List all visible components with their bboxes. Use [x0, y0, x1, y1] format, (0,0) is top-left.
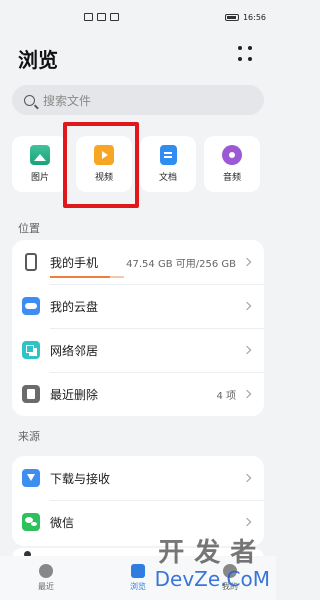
- chevron-right-icon: [242, 301, 252, 311]
- search-input[interactable]: 搜索文件: [12, 85, 264, 115]
- video-highlight-box: [63, 122, 139, 208]
- list-item-downloads[interactable]: 下载与接收: [12, 456, 264, 500]
- more-options-icon[interactable]: [238, 46, 254, 62]
- search-placeholder: 搜索文件: [43, 93, 92, 108]
- row-label: 我的云盘: [50, 299, 99, 314]
- clock-icon: [39, 564, 53, 578]
- document-icon: [159, 145, 177, 165]
- network-icon: [22, 341, 40, 359]
- folder-icon: [131, 564, 145, 578]
- status-bar: 16:56: [0, 0, 276, 34]
- row-label: 我的手机: [50, 255, 99, 270]
- chevron-right-icon: [242, 517, 252, 527]
- list-item-my-cloud[interactable]: 我的云盘: [12, 284, 264, 328]
- storage-info: 47.54 GB 可用/256 GB: [126, 258, 236, 270]
- signal-icon: [97, 13, 106, 21]
- category-strip: 图片 视频 文档 音频: [12, 136, 276, 194]
- trash-icon: [22, 385, 40, 403]
- chevron-right-icon: [242, 389, 252, 399]
- row-label: 微信: [50, 515, 75, 530]
- nav-browse[interactable]: 浏览: [130, 564, 146, 592]
- chevron-right-icon: [242, 473, 252, 483]
- chevron-right-icon: [242, 345, 252, 355]
- nav-label: 我的: [222, 582, 238, 591]
- row-label: 最近删除: [50, 387, 99, 402]
- download-icon: [22, 469, 40, 487]
- user-icon: [223, 564, 237, 578]
- bottom-nav: 最近 浏览 我的: [0, 556, 276, 600]
- wifi-icon: [110, 13, 119, 21]
- list-item-recently-deleted[interactable]: 最近删除 4 项: [12, 372, 264, 416]
- cloud-icon: [22, 297, 40, 315]
- chevron-right-icon: [242, 257, 252, 267]
- list-item-network[interactable]: 网络邻居: [12, 328, 264, 372]
- status-left-icons: [84, 13, 119, 21]
- item-count: 4 项: [216, 390, 236, 402]
- nav-label: 浏览: [130, 582, 146, 591]
- category-documents[interactable]: 文档: [140, 136, 196, 192]
- nav-recent[interactable]: 最近: [38, 564, 54, 592]
- search-icon: [24, 94, 35, 106]
- section-label-location: 位置: [18, 222, 40, 235]
- list-item-my-phone[interactable]: 我的手机 47.54 GB 可用/256 GB: [12, 240, 264, 284]
- wechat-icon: [22, 513, 40, 531]
- source-card: 下载与接收 微信: [12, 456, 264, 546]
- row-label: 下载与接收: [50, 471, 111, 486]
- list-item-wechat[interactable]: 微信: [12, 500, 264, 544]
- nav-label: 最近: [38, 582, 54, 591]
- row-label: 网络邻居: [50, 343, 99, 358]
- category-label: 音频: [222, 173, 241, 183]
- category-label: 文档: [158, 173, 177, 183]
- signal-icon: [84, 13, 93, 21]
- battery-icon: [224, 13, 239, 21]
- storage-progress-bar: [50, 276, 124, 278]
- storage-progress-fill: [50, 276, 110, 278]
- location-card: 我的手机 47.54 GB 可用/256 GB 我的云盘 网络邻居 最近删除 4…: [12, 240, 264, 416]
- nav-mine[interactable]: 我的: [222, 564, 238, 592]
- status-time: 16:56: [242, 12, 266, 22]
- category-audio[interactable]: 音频: [204, 136, 260, 192]
- image-icon: [30, 145, 50, 165]
- section-label-source: 来源: [18, 430, 40, 443]
- category-label: 图片: [30, 173, 49, 183]
- audio-icon: [222, 145, 242, 165]
- category-images[interactable]: 图片: [12, 136, 68, 192]
- status-right-icons: 16:56: [224, 12, 266, 22]
- page-title: 浏览: [18, 48, 58, 72]
- phone-icon: [25, 253, 37, 271]
